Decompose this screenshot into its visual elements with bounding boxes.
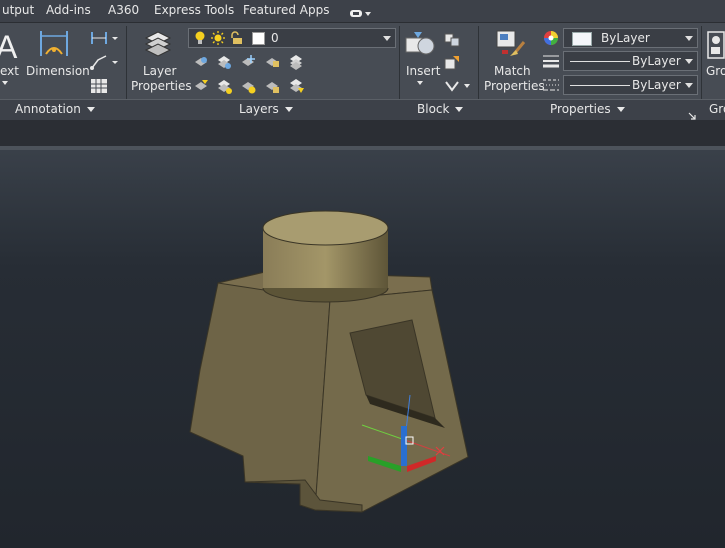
- layer-properties-label-1[interactable]: Layer: [143, 64, 176, 79]
- layer-isolate-icon[interactable]: [216, 54, 232, 70]
- svg-text:A: A: [0, 30, 18, 62]
- match-layer-icon[interactable]: [216, 78, 232, 94]
- color-wheel-icon: [543, 30, 559, 46]
- group-button-label[interactable]: Gro: [706, 64, 725, 79]
- block-attribute-icon[interactable]: [444, 78, 460, 94]
- lightbulb-icon: [194, 31, 206, 45]
- make-current-icon[interactable]: [193, 78, 209, 94]
- layer-properties-label-2[interactable]: Properties: [131, 79, 192, 94]
- block-more-caret[interactable]: [464, 84, 470, 88]
- 3d-model: [189, 210, 469, 513]
- text-button-label[interactable]: ext: [0, 64, 19, 79]
- menu-bar: utput Add-ins A360 Express Tools Feature…: [0, 0, 725, 23]
- file-tab-bar: [0, 120, 725, 146]
- chevron-down-icon: [685, 83, 693, 88]
- create-block-icon[interactable]: [444, 31, 460, 47]
- color-value: ByLayer: [601, 31, 650, 45]
- lineweight-value: ByLayer: [632, 54, 681, 68]
- viewport-top-edge: [0, 146, 725, 150]
- lock-icon: [229, 31, 243, 45]
- text-dropdown-caret[interactable]: [2, 81, 8, 85]
- menu-a360[interactable]: A360: [108, 3, 139, 17]
- linetype-icon: [543, 77, 559, 93]
- dimension-icon[interactable]: [38, 28, 70, 60]
- annotation-panel-title[interactable]: Annotation: [15, 102, 95, 116]
- chevron-down-icon: [685, 36, 693, 41]
- layer-state-icon[interactable]: [288, 54, 304, 70]
- chevron-down-icon: [383, 36, 391, 41]
- menu-output[interactable]: utput: [2, 3, 34, 17]
- groups-panel-label[interactable]: Gro: [709, 102, 725, 116]
- linetype-dropdown[interactable]: ByLayer: [563, 75, 698, 95]
- insert-button-label[interactable]: Insert: [406, 64, 440, 79]
- lineweight-dropdown[interactable]: ByLayer: [563, 51, 698, 71]
- color-swatch: [572, 32, 592, 46]
- properties-panel-label: Properties: [550, 102, 611, 116]
- thaw-layers-icon[interactable]: [240, 78, 256, 94]
- current-layer-name: 0: [271, 31, 279, 45]
- block-panel-label: Block: [417, 102, 450, 116]
- layers-panel-title[interactable]: Layers: [239, 102, 293, 116]
- lineweight-icon: [543, 53, 559, 69]
- layer-lock-icon[interactable]: [264, 54, 280, 70]
- chevron-down-icon: [616, 107, 625, 112]
- layer-color-swatch: [252, 32, 265, 45]
- edit-block-icon[interactable]: [444, 54, 460, 70]
- line-preview: [570, 85, 630, 86]
- chevron-down-icon: [284, 107, 293, 112]
- block-panel-title[interactable]: Block: [417, 102, 464, 116]
- table-icon[interactable]: [91, 78, 107, 93]
- leader-icon[interactable]: [90, 54, 118, 70]
- sun-icon: [211, 31, 225, 45]
- match-properties-icon[interactable]: [494, 28, 526, 60]
- line-preview: [570, 61, 630, 62]
- layers-panel-label: Layers: [239, 102, 279, 116]
- layer-off-icon[interactable]: [193, 54, 209, 70]
- linear-dimension-icon[interactable]: [90, 30, 118, 46]
- menu-featured-apps[interactable]: Featured Apps: [243, 3, 329, 17]
- menu-add-ins[interactable]: Add-ins: [46, 3, 91, 17]
- text-icon[interactable]: A: [0, 29, 18, 65]
- layer-dropdown[interactable]: 0: [188, 28, 396, 48]
- drawing-tray-icon[interactable]: [349, 5, 371, 17]
- menu-express-tools[interactable]: Express Tools: [154, 3, 234, 17]
- annotation-panel-label: Annotation: [15, 102, 81, 116]
- drawing-viewport[interactable]: [0, 146, 725, 548]
- chevron-down-icon: [455, 107, 464, 112]
- chevron-down-icon: [685, 59, 693, 64]
- insert-dropdown-caret[interactable]: [417, 81, 423, 85]
- chevron-down-icon: [86, 107, 95, 112]
- layer-stack-icon[interactable]: [143, 28, 173, 60]
- properties-panel-title[interactable]: Properties: [550, 102, 625, 116]
- layer-freeze-icon[interactable]: [240, 54, 256, 70]
- linetype-value: ByLayer: [632, 78, 681, 92]
- insert-block-icon[interactable]: [404, 30, 436, 60]
- dialog-launcher-icon[interactable]: [688, 105, 696, 120]
- match-properties-label-2[interactable]: Properties: [484, 79, 545, 94]
- dimension-button-label[interactable]: Dimension: [26, 64, 90, 79]
- match-properties-label-1[interactable]: Match: [494, 64, 531, 79]
- unlock-layer-icon[interactable]: [264, 78, 280, 94]
- layer-walk-icon[interactable]: [288, 78, 304, 94]
- color-dropdown[interactable]: ByLayer: [563, 28, 698, 48]
- group-icon[interactable]: [707, 30, 725, 62]
